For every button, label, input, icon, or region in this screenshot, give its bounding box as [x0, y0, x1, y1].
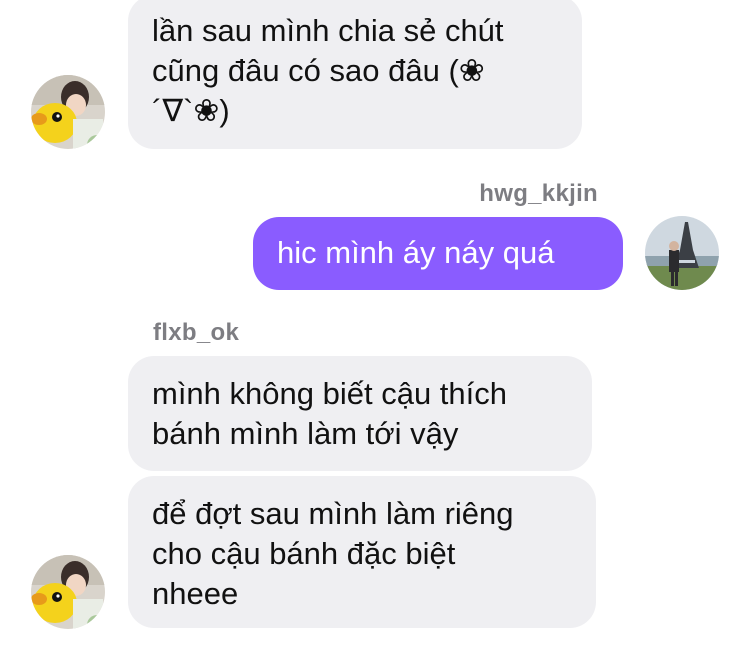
- avatar-hwg-kkjin[interactable]: [645, 216, 719, 290]
- message-bubble-incoming[interactable]: để đợt sau mình làm riêng cho cậu bánh đ…: [128, 476, 596, 628]
- avatar-photo-icon: [31, 555, 105, 629]
- avatar-flxb-ok[interactable]: [31, 75, 105, 149]
- sender-name: hwg_kkjin: [479, 180, 598, 207]
- message-bubble-outgoing[interactable]: hic mình áy náy quá: [253, 217, 623, 290]
- avatar-photo-icon: [645, 216, 719, 290]
- message-bubble-incoming[interactable]: lần sau mình chia sẻ chút cũng đâu có sa…: [128, 0, 582, 149]
- sender-name: flxb_ok: [153, 319, 240, 346]
- chat-thread: lần sau mình chia sẻ chút cũng đâu có sa…: [0, 0, 750, 651]
- avatar-photo-icon: [31, 75, 105, 149]
- avatar-flxb-ok[interactable]: [31, 555, 105, 629]
- message-bubble-incoming[interactable]: mình không biết cậu thích bánh mình làm …: [128, 356, 592, 471]
